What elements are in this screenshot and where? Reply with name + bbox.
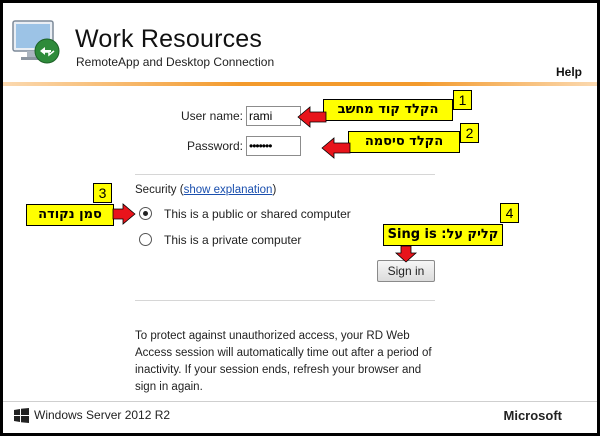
header: Work Resources RemoteApp and Desktop Con… [3, 3, 597, 83]
annotation-callout-1: הקלד קוד מחשב [323, 99, 453, 121]
password-input[interactable] [246, 136, 301, 156]
windows-server-label: Windows Server 2012 R2 [34, 408, 171, 422]
footer-divider [3, 401, 597, 402]
header-accent-bar [3, 82, 597, 86]
session-timeout-notice: To protect against unauthorized access, … [135, 330, 432, 393]
password-label: Password: [186, 139, 243, 153]
remote-desktop-icon [12, 20, 60, 64]
annotation-number-3: 3 [93, 183, 112, 203]
windows-logo-icon [14, 408, 29, 423]
show-explanation-link[interactable]: show explanation [184, 184, 273, 196]
divider-bottom [135, 300, 435, 301]
security-heading: Security (show explanation) [135, 184, 276, 196]
microsoft-logo-text: Microsoft [503, 408, 563, 423]
red-arrow-down-icon [394, 245, 418, 263]
red-arrow-left-icon [321, 137, 351, 159]
radio-private-computer[interactable] [139, 233, 152, 246]
red-arrow-left-icon [297, 106, 327, 128]
radio-private-label[interactable]: This is a private computer [164, 233, 301, 247]
annotation-number-1: 1 [453, 90, 472, 110]
username-input[interactable] [246, 106, 301, 126]
radio-public-label[interactable]: This is a public or shared computer [164, 207, 351, 221]
annotation-callout-2: הקלד סיסמה [348, 131, 460, 153]
annotation-number-4: 4 [500, 203, 519, 223]
username-label: User name: [180, 109, 243, 123]
annotation-number-2: 2 [460, 123, 479, 143]
sign-in-button[interactable]: Sign in [377, 260, 435, 282]
divider-top [135, 174, 435, 175]
annotation-callout-4: קליק על: Sing is [383, 224, 503, 246]
annotation-callout-3: סמן נקודה [26, 204, 114, 226]
app-title: Work Resources [75, 25, 263, 53]
security-prefix: Security ( [135, 184, 184, 196]
app-subtitle: RemoteApp and Desktop Connection [76, 55, 275, 69]
radio-public-computer[interactable] [139, 207, 152, 220]
window-frame: Work Resources RemoteApp and Desktop Con… [0, 0, 600, 436]
security-suffix: ) [272, 184, 277, 196]
help-link[interactable]: Help [556, 65, 582, 79]
red-arrow-right-icon [112, 203, 136, 225]
